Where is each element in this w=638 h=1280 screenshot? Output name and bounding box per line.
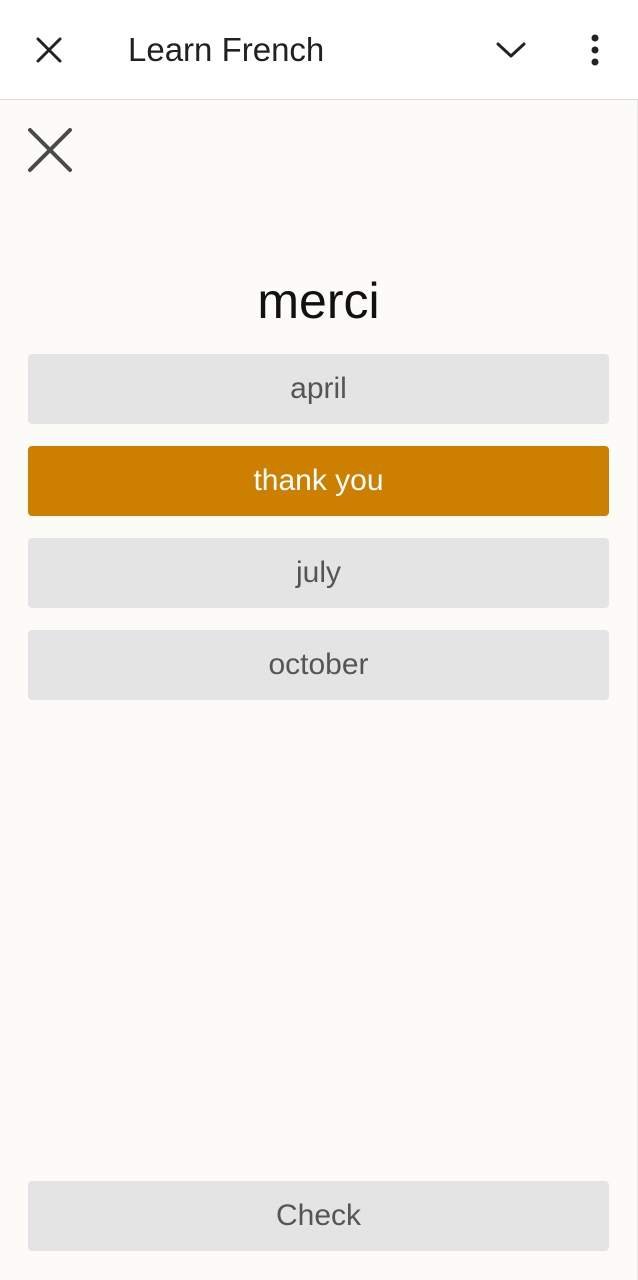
chevron-down-icon bbox=[496, 42, 526, 58]
answer-option-label: thank you bbox=[253, 464, 384, 497]
quiz-close-button[interactable] bbox=[24, 124, 76, 176]
answer-option[interactable]: july bbox=[28, 538, 609, 608]
answer-option-label: july bbox=[295, 556, 341, 589]
close-icon bbox=[36, 37, 62, 63]
prompt-word: merci bbox=[257, 273, 380, 329]
close-icon bbox=[28, 128, 72, 172]
answer-option-label: april bbox=[290, 372, 347, 405]
dropdown-button[interactable] bbox=[490, 29, 532, 71]
app-bar: Learn French bbox=[0, 0, 638, 100]
check-button-label: Check bbox=[275, 1199, 362, 1232]
answer-options: april thank you july october bbox=[28, 354, 609, 722]
quiz-area: merci april thank you july october Check bbox=[0, 100, 638, 1280]
answer-option-label: october bbox=[268, 648, 369, 681]
app-title: Learn French bbox=[128, 31, 325, 68]
check-button[interactable]: Check bbox=[28, 1181, 609, 1251]
answer-option[interactable]: october bbox=[28, 630, 609, 700]
answer-option-selected[interactable]: thank you bbox=[28, 446, 609, 516]
more-vert-icon bbox=[591, 34, 599, 66]
more-options-button[interactable] bbox=[574, 29, 616, 71]
answer-option[interactable]: april bbox=[28, 354, 609, 424]
close-button[interactable] bbox=[28, 29, 70, 71]
